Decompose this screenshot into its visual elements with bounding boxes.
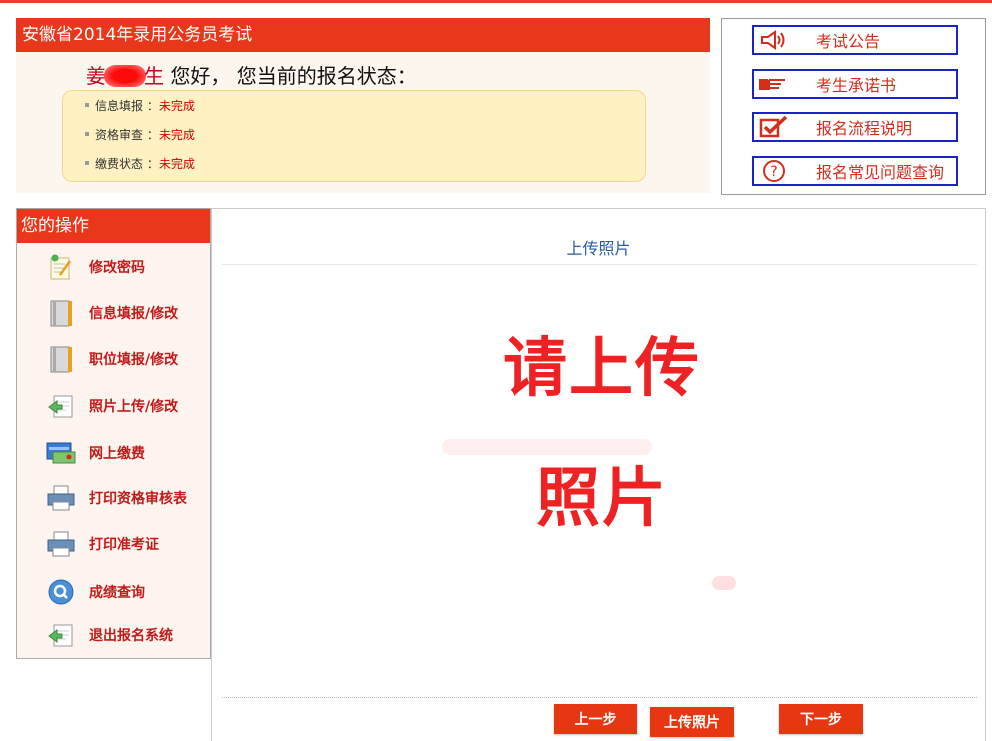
sidebar-item-info-fill[interactable]: 信息填报/修改 — [20, 293, 208, 333]
status-row-payment: 缴费状态 ：未完成 — [85, 155, 195, 172]
status-panel: 安徽省2014年录用公务员考试 姜生 您好， 您当前的报名状态： 信息填报 ：未… — [16, 18, 710, 193]
placeholder-line-1: 请上传 — [503, 331, 701, 406]
bottom-divider — [222, 697, 977, 698]
sidebar-item-print-admission-ticket[interactable]: 打印准考证 — [20, 524, 208, 564]
status-value: 未完成 — [158, 99, 195, 113]
speaker-icon — [754, 27, 794, 53]
sidebar-title: 您的操作 — [17, 209, 210, 243]
status-label: 缴费状态 — [95, 157, 144, 171]
question-icon: ? — [754, 158, 794, 184]
candidate-pledge-link[interactable]: 考生承诺书 — [752, 69, 958, 99]
bullet-icon — [85, 132, 89, 136]
checkbox-icon — [754, 114, 794, 140]
sidebar-item-score-query[interactable]: 成绩查询 — [20, 572, 208, 612]
book-icon — [45, 344, 77, 374]
sidebar-item-label: 退出报名系统 — [89, 628, 173, 644]
status-label: 资格审查 — [95, 128, 144, 142]
photo-upload-icon — [45, 391, 77, 421]
payment-card-icon — [45, 438, 77, 468]
status-row-info: 信息填报 ：未完成 — [85, 97, 195, 114]
exam-announcement-link[interactable]: 考试公告 — [752, 25, 958, 55]
link-label: 考试公告 — [816, 32, 881, 51]
sidebar-item-label: 职位填报/修改 — [89, 352, 179, 368]
sidebar-item-label: 照片上传/修改 — [89, 399, 179, 415]
sidebar-item-label: 成绩查询 — [89, 585, 145, 601]
search-icon — [45, 577, 77, 607]
sidebar-item-label: 信息填报/修改 — [89, 306, 179, 322]
title-divider — [222, 264, 977, 265]
photo-placeholder: 请上传 照片 — [452, 304, 752, 564]
status-value: 未完成 — [158, 128, 195, 142]
edit-note-icon — [45, 252, 77, 282]
sidebar-item-photo-upload[interactable]: 照片上传/修改 — [20, 386, 208, 426]
exam-title: 安徽省2014年录用公务员考试 — [16, 18, 710, 52]
greeting: 姜 生 您好， 您当前的报名状态： — [86, 60, 417, 89]
photo-preview-area: 请上传 照片 — [442, 304, 752, 644]
prev-step-button[interactable]: 上一步 — [554, 704, 637, 734]
top-accent-line — [0, 0, 992, 3]
operations-sidebar: 您的操作 修改密码 信息填报/修改 职位填报/修改 照片上传/修改 网上缴费 打… — [16, 208, 211, 659]
book-icon — [45, 298, 77, 328]
registration-process-link[interactable]: 报名流程说明 — [752, 112, 958, 142]
sidebar-item-label: 打印准考证 — [89, 537, 159, 553]
sidebar-item-label: 修改密码 — [89, 260, 145, 276]
status-value: 未完成 — [158, 157, 195, 171]
status-row-review: 资格审查 ：未完成 — [85, 126, 195, 143]
pointing-hand-icon — [754, 71, 794, 97]
faq-link[interactable]: ? 报名常见问题查询 — [752, 156, 958, 186]
link-label: 报名流程说明 — [816, 119, 913, 138]
status-separator: ： — [143, 157, 159, 171]
sidebar-item-position-fill[interactable]: 职位填报/修改 — [20, 339, 208, 379]
status-separator: ： — [143, 99, 159, 113]
link-label: 报名常见问题查询 — [816, 163, 945, 182]
printer-icon — [45, 529, 77, 559]
bullet-icon — [85, 103, 89, 107]
link-label: 考生承诺书 — [816, 76, 897, 95]
sidebar-item-print-review-form[interactable]: 打印资格审核表 — [20, 478, 208, 518]
svg-text:?: ? — [770, 164, 777, 180]
placeholder-line-2: 照片 — [536, 461, 668, 536]
faint-mark — [712, 576, 736, 590]
sidebar-item-label: 网上缴费 — [89, 446, 145, 462]
page-title: 上传照片 — [566, 239, 631, 258]
greeting-text: 您好， 您当前的报名状态： — [164, 64, 417, 88]
redacted-name-mark — [104, 65, 146, 87]
sidebar-item-change-password[interactable]: 修改密码 — [20, 247, 208, 287]
quick-links-panel: 考试公告 考生承诺书 报名流程说明 ? 报名常见问题查询 — [721, 18, 986, 195]
status-box: 信息填报 ：未完成 资格审查 ：未完成 缴费状态 ：未完成 — [62, 90, 646, 182]
upload-photo-button[interactable]: 上传照片 — [650, 707, 734, 737]
main-content: 上传照片 请上传 照片 上一步 上传照片 下一步 — [211, 208, 986, 741]
printer-icon — [45, 483, 77, 513]
status-label: 信息填报 — [95, 99, 144, 113]
sidebar-menu: 修改密码 信息填报/修改 职位填报/修改 照片上传/修改 网上缴费 打印资格审核… — [20, 245, 208, 653]
sidebar-item-exit-system[interactable]: 退出报名系统 — [20, 615, 208, 655]
bullet-icon — [85, 161, 89, 165]
exit-icon — [45, 620, 77, 650]
next-step-button[interactable]: 下一步 — [779, 704, 863, 734]
user-name-prefix: 姜 — [86, 64, 106, 88]
status-separator: ： — [143, 128, 159, 142]
sidebar-item-online-payment[interactable]: 网上缴费 — [20, 433, 208, 473]
sidebar-item-label: 打印资格审核表 — [89, 491, 187, 507]
user-name-suffix: 生 — [144, 64, 164, 88]
